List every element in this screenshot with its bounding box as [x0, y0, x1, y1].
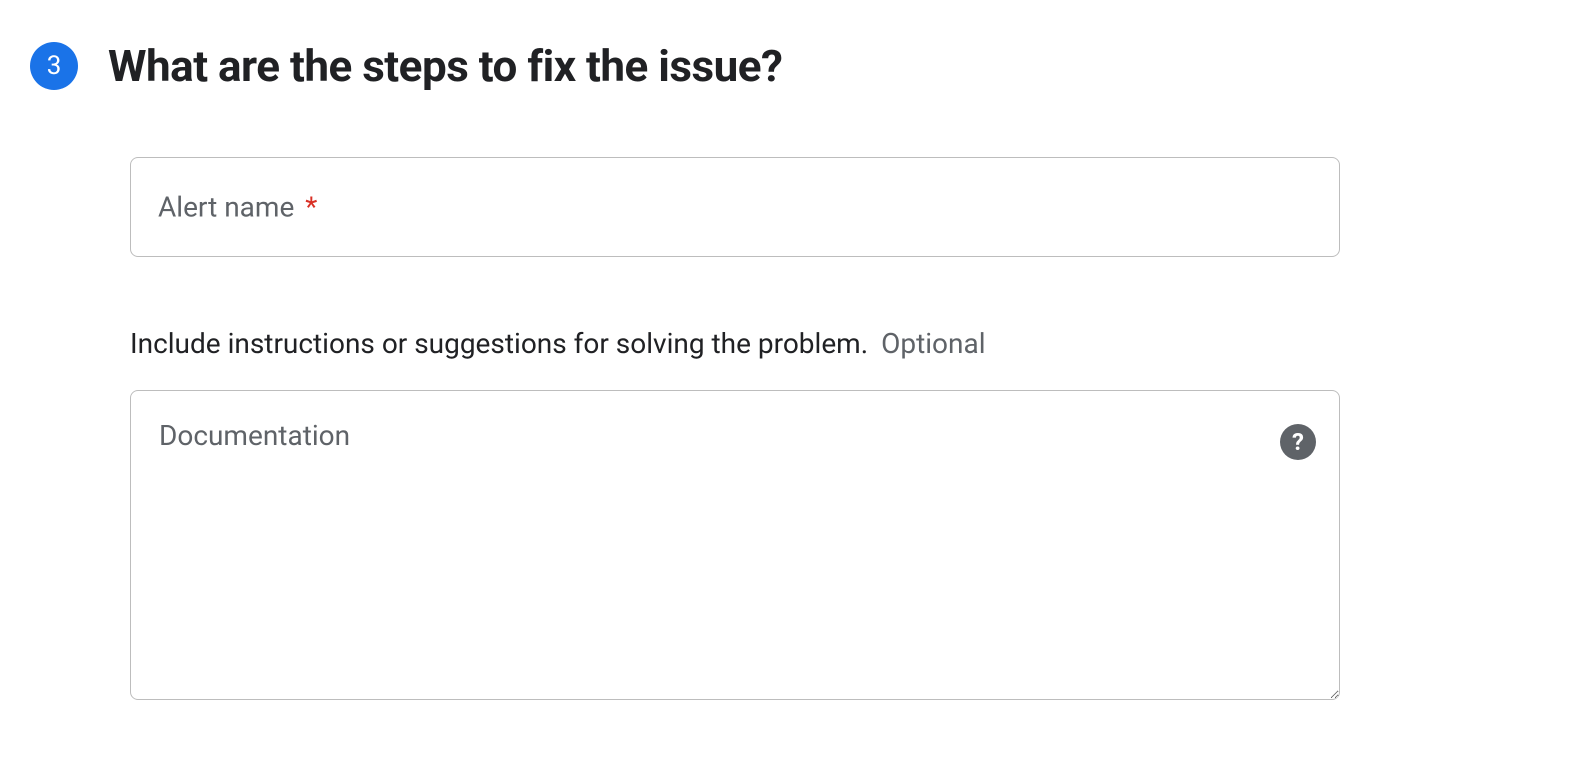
form-section: Alert name * Include instructions or sug…	[130, 157, 1340, 704]
documentation-helper-text: Include instructions or suggestions for …	[130, 327, 868, 360]
step-title: What are the steps to fix the issue?	[108, 40, 782, 92]
optional-tag: Optional	[881, 327, 985, 360]
alert-name-field-wrapper: Alert name *	[130, 157, 1340, 257]
alert-name-input[interactable]	[130, 157, 1340, 257]
documentation-helper: Include instructions or suggestions for …	[130, 327, 1340, 360]
documentation-field-wrapper: ?	[130, 390, 1340, 704]
documentation-textarea[interactable]	[130, 390, 1340, 700]
step-header: 3 What are the steps to fix the issue?	[30, 40, 1554, 92]
step-number-badge: 3	[30, 42, 78, 90]
help-icon[interactable]: ?	[1280, 424, 1316, 460]
